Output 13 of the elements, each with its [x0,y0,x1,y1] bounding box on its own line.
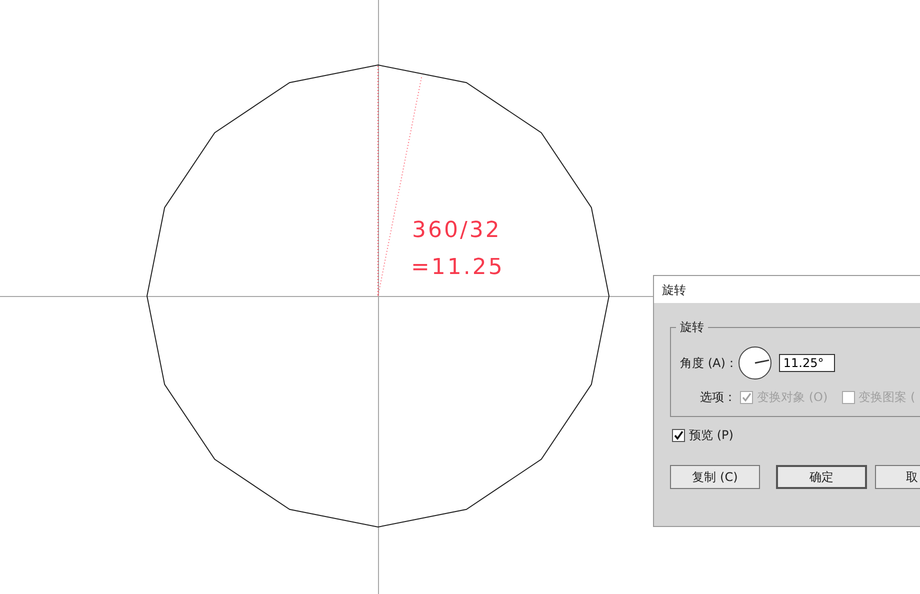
dialog-button[interactable]: 确定 [776,465,867,489]
options-label: 选项： [700,389,736,406]
annotation-text: 360/32 [412,218,502,243]
annotation-text: =11.25 [411,255,504,280]
angle-input-field[interactable]: 11.25° [779,354,836,372]
dialog-button[interactable]: 取 [875,465,920,489]
angle-label: 角度 (A)： [680,354,738,372]
checkbox-label: 预览 (P) [689,427,734,444]
dialog-title: 旋转 [662,283,686,297]
angle-dial-icon[interactable] [738,346,772,380]
checkbox[interactable] [672,429,685,442]
group-title: 旋转 [676,319,708,336]
dialog-button[interactable]: 复制 (C) [670,465,760,489]
